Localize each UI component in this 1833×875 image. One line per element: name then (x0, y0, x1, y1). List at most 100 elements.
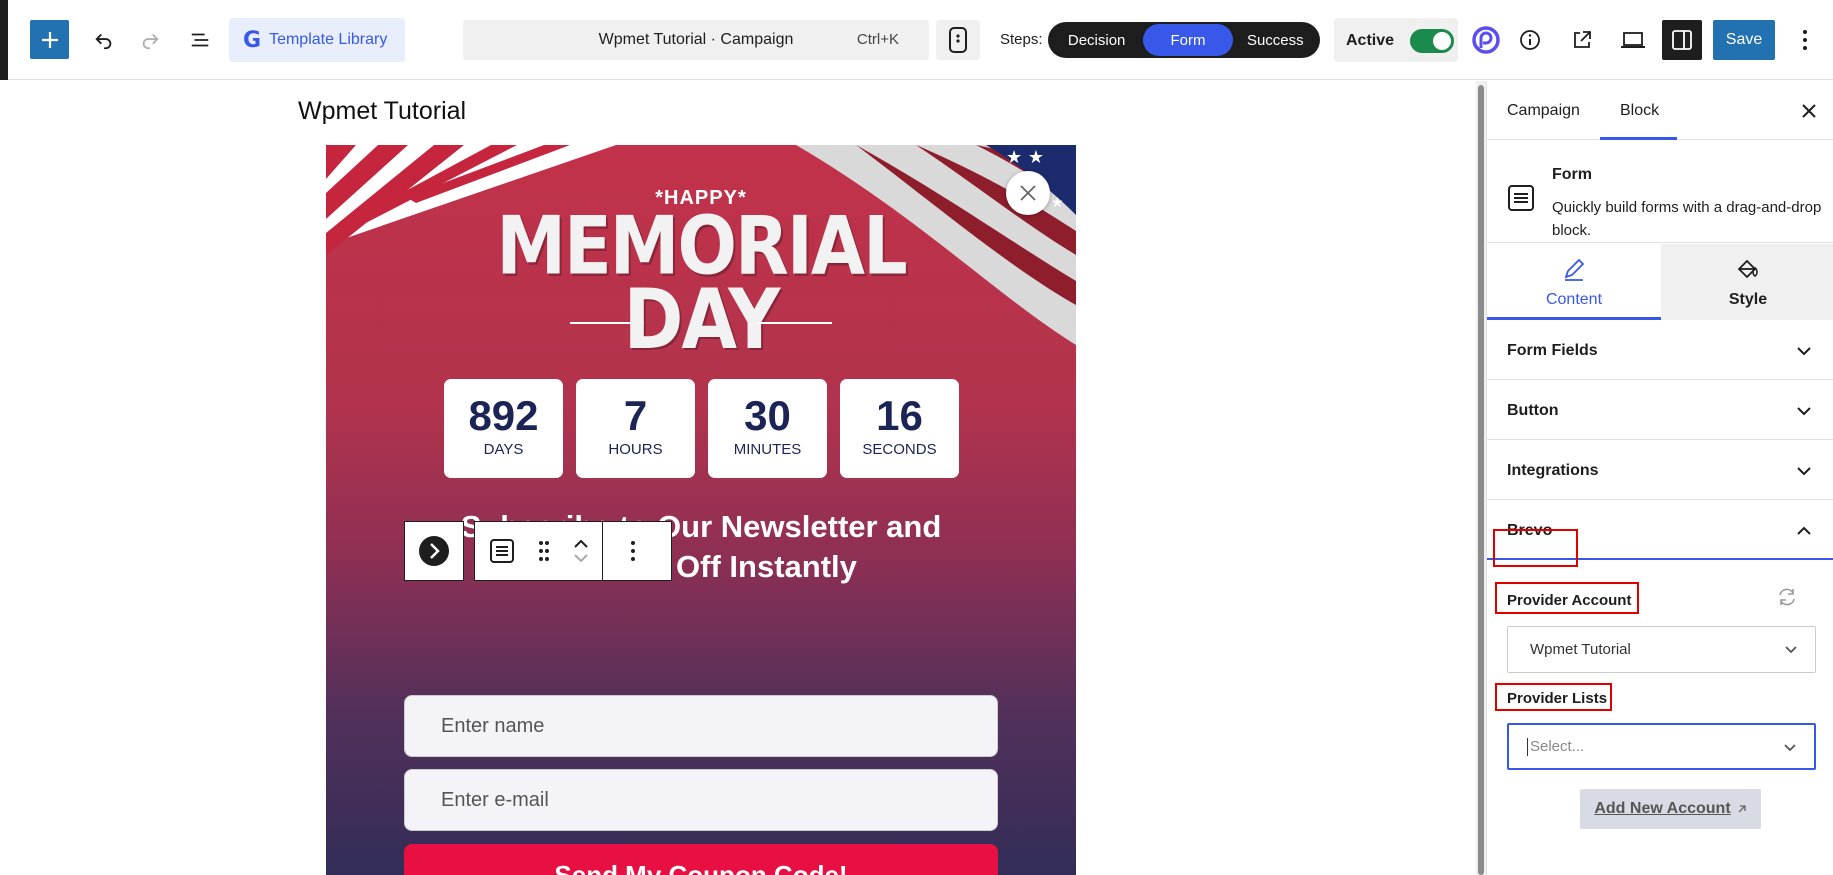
chevron-up-icon[interactable] (573, 539, 589, 549)
block-name: Form (1552, 166, 1592, 183)
countdown-value: 7 (623, 392, 648, 439)
template-library-label: Template Library (269, 31, 388, 48)
block-toolbar (474, 521, 672, 581)
chevron-up-icon (1797, 526, 1811, 535)
external-link-icon (1574, 31, 1591, 48)
tab-campaign[interactable]: Campaign (1507, 102, 1580, 120)
step-decision[interactable]: Decision (1050, 24, 1143, 56)
kebab-menu-icon (1803, 30, 1807, 50)
countdown-unit: MINUTES (733, 441, 802, 458)
page-title[interactable]: Wpmet Tutorial (298, 97, 466, 126)
laptop-icon (1621, 32, 1645, 48)
editor-top-bar: G Template Library Wpmet Tutorial · Camp… (0, 0, 1833, 80)
provider-lists-select[interactable]: Select... (1507, 723, 1816, 770)
countdown-unit: SECONDS (862, 441, 937, 458)
mobile-device-icon (949, 27, 967, 53)
document-overview-button[interactable] (180, 20, 219, 59)
redo-button[interactable] (130, 20, 169, 59)
gutenkit-logo-icon: G (243, 27, 262, 53)
active-toggle[interactable] (1410, 29, 1454, 53)
drag-handle[interactable] (529, 522, 559, 580)
chevron-down-icon (1785, 646, 1797, 654)
section-button[interactable]: Button (1487, 381, 1833, 440)
highlight-provider-lists (1495, 683, 1612, 711)
block-type-button[interactable] (475, 522, 529, 580)
sidebar-icon (1672, 30, 1692, 50)
block-description: Quickly build forms with a drag-and-drop… (1552, 199, 1822, 239)
tab-content-label: Content (1545, 291, 1603, 308)
chevron-down-icon (1797, 467, 1811, 476)
provider-account-select[interactable]: Wpmet Tutorial (1507, 626, 1816, 673)
countdown-value: 30 (744, 392, 791, 439)
email-field[interactable]: Enter e-mail (404, 769, 998, 831)
form-block-icon (1508, 185, 1534, 211)
content-style-tabs: Content Style (1487, 244, 1833, 320)
highlight-brevo (1493, 529, 1578, 567)
steps-label: Steps: (1000, 31, 1043, 48)
section-label: Integrations (1507, 462, 1599, 479)
view-button[interactable] (1613, 20, 1653, 60)
form-block-icon (490, 539, 514, 563)
kebab-menu-icon (631, 541, 635, 561)
countdown-value: 892 (468, 392, 539, 439)
add-new-account-button[interactable]: Add New Account (1580, 789, 1761, 829)
info-button[interactable] (1510, 20, 1550, 60)
name-field[interactable]: Enter name (404, 695, 998, 757)
tab-block[interactable]: Block (1620, 102, 1659, 120)
open-external-button[interactable] (1562, 20, 1602, 60)
settings-panel: Campaign Block Form Quickly build forms … (1486, 81, 1833, 875)
popupkit-logo-button[interactable] (1466, 20, 1506, 60)
active-label: Active (1346, 32, 1395, 49)
add-new-account-label: Add New Account (1594, 800, 1731, 817)
paint-bucket-icon (1737, 259, 1758, 279)
countdown-days: 892 DAYS (444, 379, 563, 478)
undo-button[interactable] (84, 20, 123, 59)
chevron-down-icon[interactable] (573, 553, 589, 563)
countdown-timer: 892 DAYS 7 HOURS 30 MINUTES 16 SECONDS (444, 379, 959, 478)
svg-text:★ ★: ★ ★ (1006, 147, 1044, 168)
active-status: Active (1334, 18, 1458, 62)
divider-line-right (758, 322, 832, 324)
section-form-fields[interactable]: Form Fields (1487, 321, 1833, 380)
tab-style-label: Style (1728, 291, 1768, 308)
close-icon (1802, 104, 1816, 118)
refresh-icon[interactable] (1776, 586, 1798, 608)
list-view-icon (191, 33, 208, 46)
popupkit-logo-icon (1472, 26, 1500, 54)
pencil-icon (1564, 258, 1585, 281)
close-panel-button[interactable] (1797, 99, 1821, 123)
section-label: Button (1507, 402, 1559, 419)
undo-icon (94, 33, 111, 49)
move-block-controls[interactable] (559, 522, 603, 580)
options-menu-button[interactable] (1790, 20, 1820, 60)
scroll-thumb[interactable] (1478, 85, 1484, 875)
section-integrations[interactable]: Integrations (1487, 441, 1833, 500)
panel-tabs: Campaign Block (1487, 81, 1833, 140)
external-arrow-icon (1738, 805, 1746, 813)
step-success[interactable]: Success (1233, 24, 1318, 56)
countdown-unit: HOURS (608, 441, 663, 458)
select-parent-block-button[interactable] (404, 521, 464, 581)
add-block-button[interactable] (30, 20, 69, 59)
tab-style[interactable]: Style (1661, 244, 1833, 320)
plus-icon (41, 31, 58, 48)
highlight-provider-account (1495, 582, 1639, 614)
editor-canvas: Wpmet Tutorial ★ ★ ★ ★ *HAPPY* MEMORIAL … (0, 81, 1476, 875)
template-library-button[interactable]: G Template Library (229, 18, 405, 62)
send-coupon-button[interactable]: Send My Coupon Code! (404, 844, 998, 875)
step-form[interactable]: Form (1143, 24, 1233, 56)
save-button[interactable]: Save (1713, 20, 1775, 60)
countdown-value: 16 (876, 392, 923, 439)
settings-sidebar-toggle[interactable] (1662, 20, 1702, 60)
command-palette-button[interactable]: Wpmet Tutorial · Campaign Ctrl+K (463, 20, 929, 60)
tab-content[interactable]: Content (1487, 244, 1661, 320)
device-preview-button[interactable] (936, 20, 980, 60)
chevron-down-icon (1784, 744, 1796, 752)
popup-preview[interactable]: ★ ★ ★ ★ *HAPPY* MEMORIAL DAY 892 DAYS 7 … (326, 145, 1076, 875)
provider-lists-placeholder: Select... (1530, 738, 1585, 755)
text-caret (1527, 737, 1528, 756)
block-options-button[interactable] (603, 522, 663, 580)
drag-handle-icon (539, 541, 549, 561)
canvas-scrollbar[interactable] (1476, 81, 1486, 875)
section-label: Form Fields (1507, 342, 1598, 359)
